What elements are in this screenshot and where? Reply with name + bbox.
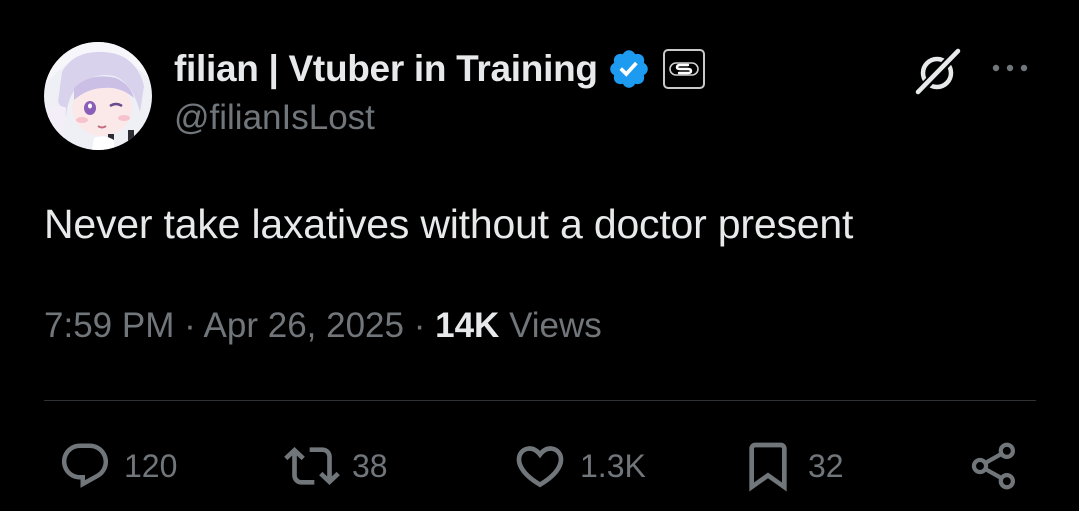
meta-separator: · <box>413 306 426 345</box>
verified-badge-icon[interactable] <box>607 47 651 91</box>
views-count[interactable]: 14K <box>435 306 499 345</box>
reply-count: 120 <box>124 447 178 484</box>
author-name-row: filian | Vtuber in Training <box>174 44 705 94</box>
repost-icon <box>284 447 340 485</box>
bookmark-count: 32 <box>808 447 844 484</box>
like-count: 1.3K <box>580 447 646 484</box>
bookmark-icon <box>749 442 787 492</box>
author-display-name[interactable]: filian | Vtuber in Training <box>174 48 598 90</box>
avatar[interactable] <box>44 42 152 150</box>
tweet-text: Never take laxatives without a doctor pr… <box>44 201 854 247</box>
affiliate-badge-icon[interactable] <box>662 49 705 89</box>
repost-button[interactable]: 38 <box>284 438 388 494</box>
grok-icon[interactable] <box>913 46 963 96</box>
divider <box>44 400 1036 401</box>
reply-button[interactable]: 120 <box>58 438 177 494</box>
reply-icon <box>61 443 109 488</box>
share-icon <box>971 442 1015 490</box>
author-handle[interactable]: @filianIsLost <box>174 98 375 138</box>
tweet-date[interactable]: Apr 26, 2025 <box>204 306 404 345</box>
repost-count: 38 <box>352 447 388 484</box>
views-label[interactable]: Views <box>509 306 602 345</box>
share-button[interactable] <box>966 438 1022 494</box>
tweet-meta: 7:59 PM · Apr 26, 2025 · 14K Views <box>44 306 602 346</box>
like-button[interactable]: 1.3K <box>512 438 646 494</box>
bookmark-button[interactable]: 32 <box>740 438 844 494</box>
avatar-image <box>44 42 152 150</box>
heart-icon <box>516 446 564 488</box>
meta-separator: · <box>184 306 196 345</box>
more-options-icon[interactable] <box>990 60 1030 76</box>
tweet-time[interactable]: 7:59 PM <box>44 306 174 345</box>
